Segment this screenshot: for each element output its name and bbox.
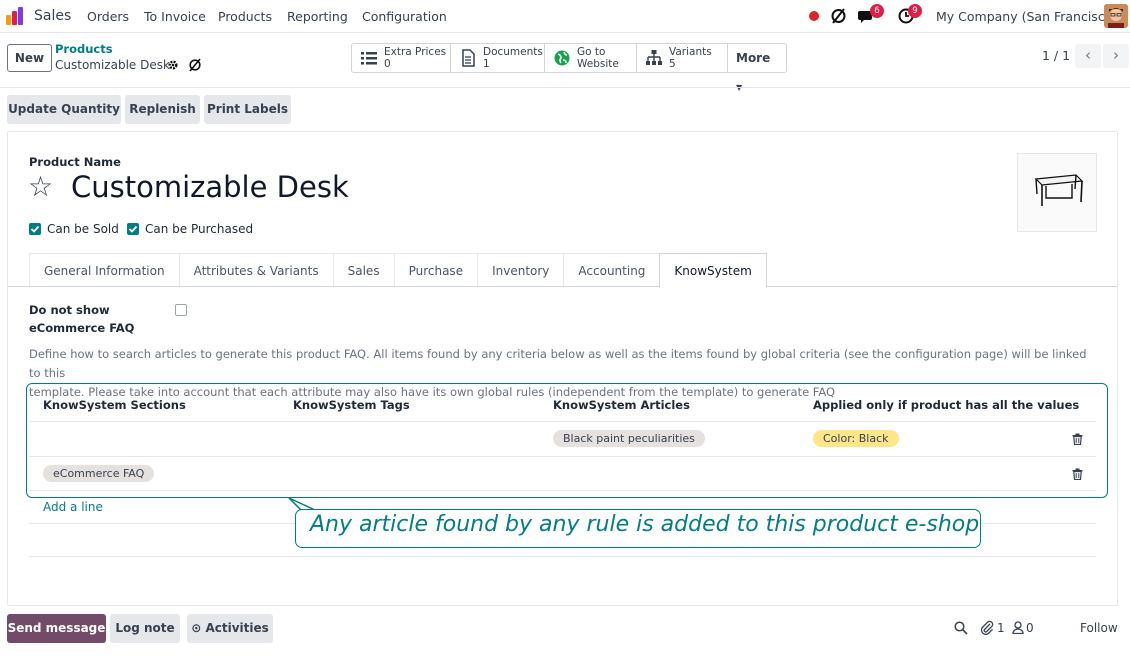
menu-configuration[interactable]: Configuration <box>362 9 447 24</box>
app-logo-icon[interactable] <box>6 7 26 25</box>
log-note-button[interactable]: Log note <box>110 614 180 643</box>
trash-icon[interactable] <box>1072 468 1083 480</box>
gear-icon[interactable] <box>167 59 179 71</box>
variants-button[interactable]: Variants 5 <box>637 44 728 72</box>
control-panel-divider <box>0 87 1130 88</box>
paperclip-icon[interactable] <box>980 620 994 635</box>
update-quantity-button[interactable]: Update Quantity <box>7 95 121 124</box>
menu-products[interactable]: Products <box>218 9 272 24</box>
tabs-divider <box>8 286 1117 287</box>
discard-changes-icon[interactable] <box>188 58 202 72</box>
product-name-label: Product Name <box>29 155 121 169</box>
company-switcher[interactable]: My Company (San Francisco) <box>936 9 1117 24</box>
menu-to-invoice[interactable]: To Invoice <box>144 9 206 24</box>
chevron-right-icon: › <box>1113 46 1119 64</box>
product-image[interactable] <box>1017 153 1097 232</box>
attachments-count[interactable]: 1 <box>997 621 1005 635</box>
status-dot-icon[interactable] <box>809 11 819 21</box>
variants-label: Variants <box>669 46 712 58</box>
do-not-show-label-line2: eCommerce FAQ <box>29 321 135 335</box>
can-be-sold-label: Can be Sold <box>47 222 119 236</box>
extra-prices-count: 0 <box>384 58 391 70</box>
tab-inventory[interactable]: Inventory <box>477 253 565 287</box>
notebook-tabs: General Information Attributes & Variant… <box>29 253 767 288</box>
check-icon <box>128 225 138 233</box>
menu-reporting[interactable]: Reporting <box>287 9 348 24</box>
user-icon[interactable] <box>1012 621 1024 634</box>
follow-button[interactable]: Follow <box>1080 621 1118 635</box>
user-avatar[interactable] <box>1104 4 1128 28</box>
tab-purchase[interactable]: Purchase <box>393 253 479 287</box>
table-row[interactable] <box>29 457 1096 490</box>
do-not-show-faq-checkbox[interactable] <box>175 304 187 316</box>
clock-icon: ⊙ <box>191 621 202 635</box>
faq-description-line1: Define how to search articles to generat… <box>29 347 1087 380</box>
replenish-button[interactable]: Replenish <box>125 95 200 124</box>
trash-icon[interactable] <box>1072 433 1083 445</box>
followers-count[interactable]: 0 <box>1026 621 1034 635</box>
documents-label: Documents <box>483 46 543 58</box>
pager-next-button[interactable]: › <box>1103 44 1129 68</box>
tab-accounting[interactable]: Accounting <box>563 253 661 287</box>
article-tag[interactable]: Black paint peculiarities <box>553 430 705 447</box>
documents-button[interactable]: Documents 1 <box>451 44 545 72</box>
go-to-label: Go to <box>577 46 606 58</box>
documents-count: 1 <box>483 58 490 70</box>
tab-sales[interactable]: Sales <box>332 253 395 287</box>
tab-general-information[interactable]: General Information <box>29 253 180 287</box>
col-header-sections[interactable]: KnowSystem Sections <box>43 398 186 412</box>
favorite-star-icon[interactable]: ☆ <box>28 171 53 203</box>
col-header-articles[interactable]: KnowSystem Articles <box>553 398 690 412</box>
pager-value[interactable]: 1 / 1 <box>1042 48 1070 63</box>
tab-attributes-variants[interactable]: Attributes & Variants <box>178 253 334 287</box>
messages-badge: 6 <box>870 4 884 18</box>
website-label: Website <box>577 58 619 70</box>
more-dropdown-button[interactable]: More ▼ <box>728 44 786 92</box>
add-line-link[interactable]: Add a line <box>43 500 103 514</box>
refresh-icon[interactable] <box>830 7 847 25</box>
section-tag[interactable]: eCommerce FAQ <box>43 465 155 482</box>
check-icon <box>30 225 40 233</box>
globe-icon <box>554 50 570 66</box>
more-label: More <box>736 51 771 65</box>
sitemap-icon <box>646 50 662 65</box>
callout-text: Any article found by any rule is added t… <box>310 512 980 537</box>
send-message-button[interactable]: Send message <box>7 614 106 643</box>
top-navbar: Sales Orders To Invoice Products Reporti… <box>0 0 1130 33</box>
desk-image-icon <box>1034 174 1084 206</box>
can-be-purchased-checkbox[interactable] <box>127 223 139 235</box>
app-title[interactable]: Sales <box>34 8 71 24</box>
breadcrumb-current: Customizable Desk <box>55 58 170 72</box>
list-icon <box>361 52 377 65</box>
activities-button[interactable]: ⊙ Activities <box>187 614 273 643</box>
row-divider <box>29 490 1096 491</box>
extra-prices-label: Extra Prices <box>384 46 447 58</box>
search-icon[interactable] <box>954 621 968 635</box>
breadcrumb-products-link[interactable]: Products <box>55 42 113 56</box>
product-name-field[interactable]: Customizable Desk <box>71 170 349 204</box>
can-be-sold-checkbox[interactable] <box>29 223 41 235</box>
extra-prices-button[interactable]: Extra Prices 0 <box>352 44 451 72</box>
activities-badge: 9 <box>908 4 922 18</box>
go-to-website-button[interactable]: Go to Website <box>545 44 637 72</box>
document-icon <box>462 49 475 67</box>
row-divider <box>29 556 1096 557</box>
activities-label: Activities <box>205 621 269 635</box>
col-header-applied-values[interactable]: Applied only if product has all the valu… <box>813 398 1079 412</box>
variants-count: 5 <box>669 58 676 70</box>
value-tag[interactable]: Color: Black <box>813 430 899 447</box>
tab-knowsystem[interactable]: KnowSystem <box>659 253 767 288</box>
col-header-tags[interactable]: KnowSystem Tags <box>293 398 410 412</box>
chevron-left-icon: ‹ <box>1085 46 1091 64</box>
pager-previous-button[interactable]: ‹ <box>1075 44 1101 68</box>
print-labels-button[interactable]: Print Labels <box>204 95 291 124</box>
do-not-show-label-line1: Do not show <box>29 303 110 317</box>
new-button[interactable]: New <box>7 44 52 72</box>
can-be-purchased-label: Can be Purchased <box>145 222 254 236</box>
menu-orders[interactable]: Orders <box>87 9 129 24</box>
smart-buttons: Extra Prices 0 Documents 1 Go to Website… <box>351 43 787 92</box>
